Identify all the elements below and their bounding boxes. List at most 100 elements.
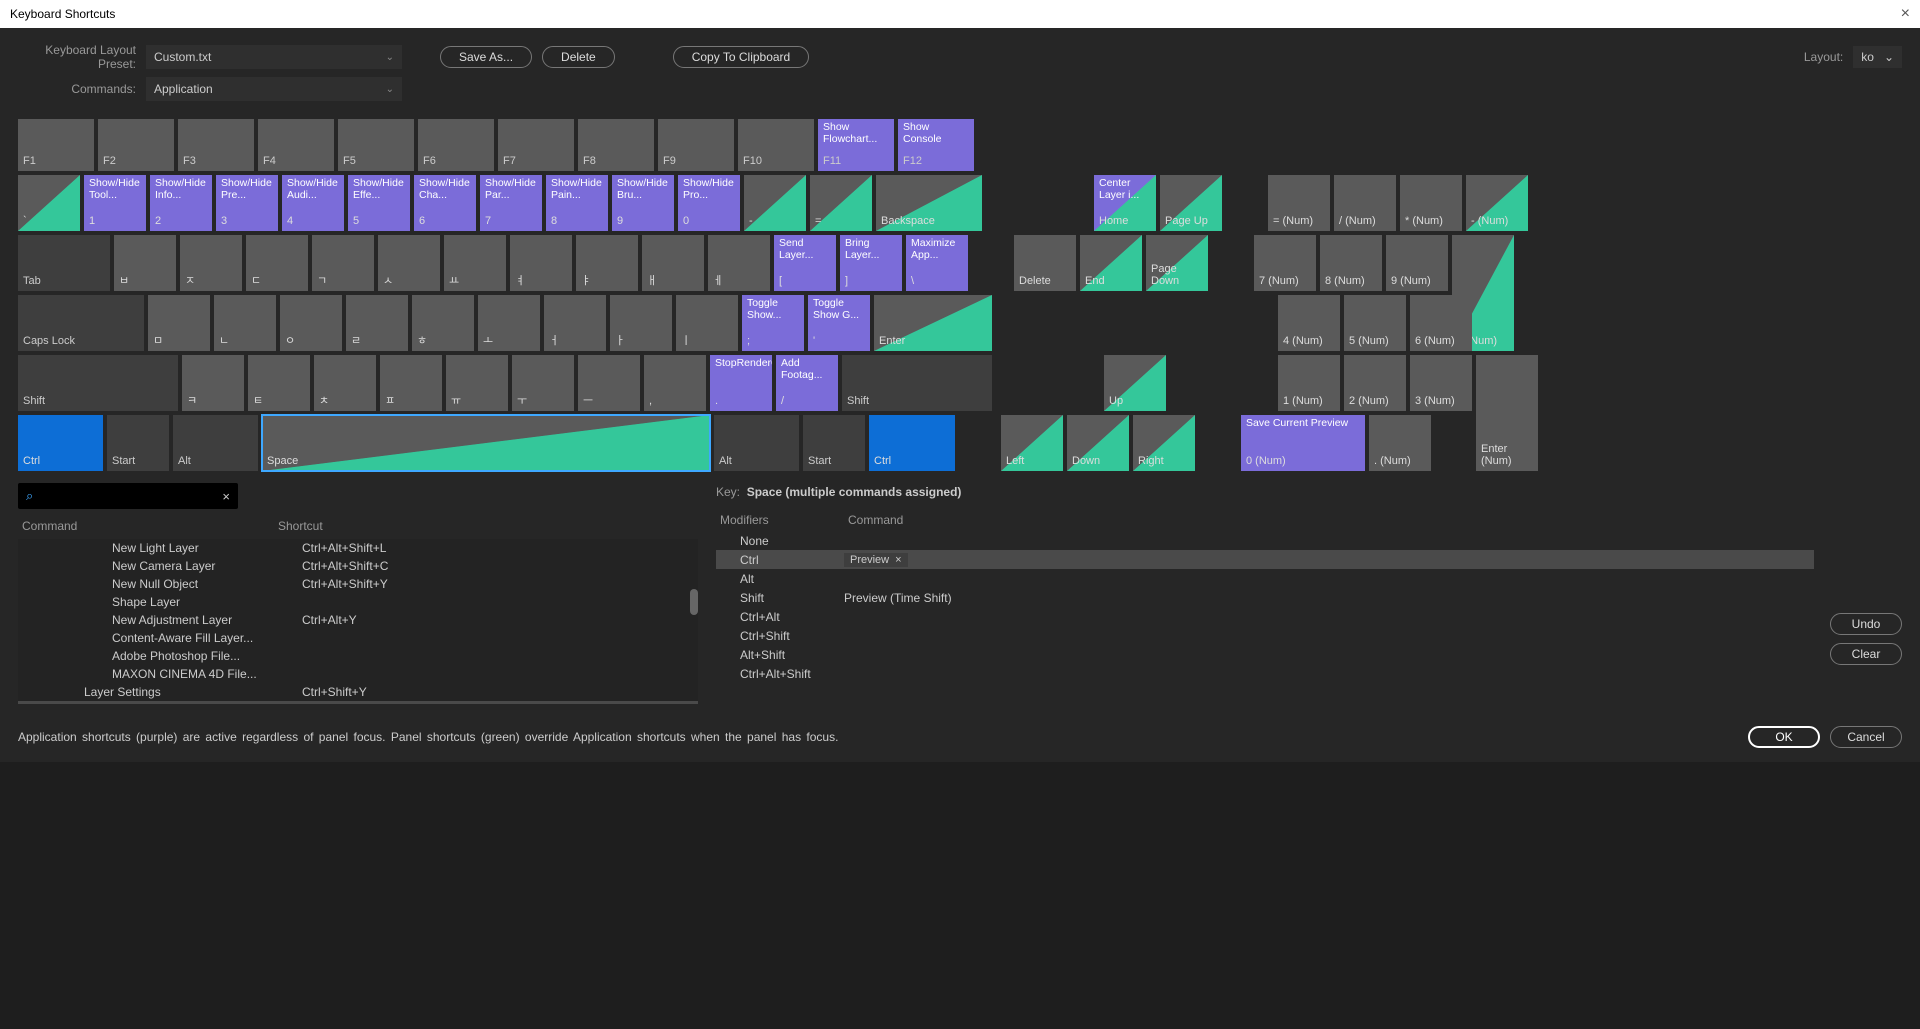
key-right[interactable]: Right <box>1133 415 1195 471</box>
key-shift-l[interactable]: Shift <box>18 355 178 411</box>
key-comma[interactable]: , <box>644 355 706 411</box>
key-letter-h1[interactable]: ㄴ <box>214 295 276 351</box>
key-num-sub[interactable]: - (Num) <box>1466 175 1528 231</box>
modifier-row[interactable]: Alt <box>716 569 1814 588</box>
key-9[interactable]: Show/Hide Bru...9 <box>612 175 674 231</box>
key-f4[interactable]: F4 <box>258 119 334 171</box>
key-letter-h4[interactable]: ㅎ <box>412 295 474 351</box>
key-pagedown[interactable]: Page Down <box>1146 235 1208 291</box>
key--[interactable]: - <box>744 175 806 231</box>
command-row[interactable]: Shape Layer <box>18 593 698 611</box>
command-row[interactable]: Content-Aware Fill Layer... <box>18 629 698 647</box>
key-num-div[interactable]: / (Num) <box>1334 175 1396 231</box>
key-letter-h7[interactable]: ㅏ <box>610 295 672 351</box>
key-3[interactable]: Show/Hide Pre...3 <box>216 175 278 231</box>
key-6[interactable]: Show/Hide Cha...6 <box>414 175 476 231</box>
key-letter-6[interactable]: ㅕ <box>510 235 572 291</box>
key-num-5[interactable]: 5 (Num) <box>1344 295 1406 351</box>
key-letter-s6[interactable]: ㅡ <box>578 355 640 411</box>
key-num-eq[interactable]: = (Num) <box>1268 175 1330 231</box>
key-bracket-l[interactable]: Send Layer...[ <box>774 235 836 291</box>
key-f11[interactable]: Show Flowchart...F11 <box>818 119 894 171</box>
modifier-row[interactable]: ShiftPreview (Time Shift) <box>716 588 1814 607</box>
key-semicolon[interactable]: Toggle Show...; <box>742 295 804 351</box>
key-num-2[interactable]: 2 (Num) <box>1344 355 1406 411</box>
key-f5[interactable]: F5 <box>338 119 414 171</box>
key-backspace[interactable]: Backspace <box>876 175 982 231</box>
key-num-1[interactable]: 1 (Num) <box>1278 355 1340 411</box>
key-letter-4[interactable]: ㅅ <box>378 235 440 291</box>
key-f9[interactable]: F9 <box>658 119 734 171</box>
key-num-4[interactable]: 4 (Num) <box>1278 295 1340 351</box>
command-row[interactable]: Open Layer <box>18 701 698 704</box>
save-as-button[interactable]: Save As... <box>440 46 532 68</box>
copy-clipboard-button[interactable]: Copy To Clipboard <box>673 46 810 68</box>
key-letter-0[interactable]: ㅂ <box>114 235 176 291</box>
close-icon[interactable]: × <box>1901 5 1910 23</box>
key-4[interactable]: Show/Hide Audi...4 <box>282 175 344 231</box>
key-letter-s2[interactable]: ㅊ <box>314 355 376 411</box>
key-f10[interactable]: F10 <box>738 119 814 171</box>
key-period[interactable]: StopRenderQu.... <box>710 355 772 411</box>
key-7[interactable]: Show/Hide Par...7 <box>480 175 542 231</box>
key-letter-h3[interactable]: ㄹ <box>346 295 408 351</box>
key-num-0[interactable]: Save Current Preview0 (Num) <box>1241 415 1365 471</box>
key-ctrl-r[interactable]: Ctrl <box>869 415 955 471</box>
assignment-tag[interactable]: Preview× <box>844 553 908 567</box>
search-input[interactable]: ⌕ × <box>18 483 238 509</box>
key-down[interactable]: Down <box>1067 415 1129 471</box>
key-shift-r[interactable]: Shift <box>842 355 992 411</box>
key-letter-h8[interactable]: ㅣ <box>676 295 738 351</box>
key-num-dot[interactable]: . (Num) <box>1369 415 1431 471</box>
key-letter-3[interactable]: ㄱ <box>312 235 374 291</box>
key-num-enter[interactable]: Enter (Num) <box>1476 355 1538 471</box>
modifier-row[interactable]: Alt+Shift <box>716 645 1814 664</box>
command-row[interactable]: New Light LayerCtrl+Alt+Shift+L <box>18 539 698 557</box>
key-up[interactable]: Up <box>1104 355 1166 411</box>
modifier-row[interactable]: Ctrl+Alt+Shift <box>716 664 1814 683</box>
key-1[interactable]: Show/Hide Tool...1 <box>84 175 146 231</box>
key-alt-l[interactable]: Alt <box>173 415 258 471</box>
key-=[interactable]: = <box>810 175 872 231</box>
remove-tag-icon[interactable]: × <box>895 554 901 566</box>
layout-dropdown[interactable]: ko ⌄ <box>1853 46 1902 68</box>
key-tilde[interactable]: ` <box>18 175 80 231</box>
command-row[interactable]: New Null ObjectCtrl+Alt+Shift+Y <box>18 575 698 593</box>
key-start-l[interactable]: Start <box>107 415 169 471</box>
scrollbar-thumb[interactable] <box>690 589 698 615</box>
key-num-8[interactable]: 8 (Num) <box>1320 235 1382 291</box>
cancel-button[interactable]: Cancel <box>1830 726 1902 748</box>
key-letter-9[interactable]: ㅔ <box>708 235 770 291</box>
key-f1[interactable]: F1 <box>18 119 94 171</box>
command-row[interactable]: MAXON CINEMA 4D File... <box>18 665 698 683</box>
ok-button[interactable]: OK <box>1748 726 1820 748</box>
key-bracket-r[interactable]: Bring Layer...] <box>840 235 902 291</box>
key-ctrl-l[interactable]: Ctrl <box>18 415 103 471</box>
key-f7[interactable]: F7 <box>498 119 574 171</box>
key-pageup[interactable]: Page Up <box>1160 175 1222 231</box>
key-2[interactable]: Show/Hide Info...2 <box>150 175 212 231</box>
key-left[interactable]: Left <box>1001 415 1063 471</box>
key-letter-5[interactable]: ㅛ <box>444 235 506 291</box>
key-num-3[interactable]: 3 (Num) <box>1410 355 1472 411</box>
key-letter-h6[interactable]: ㅓ <box>544 295 606 351</box>
modifier-row[interactable]: CtrlPreview× <box>716 550 1814 569</box>
key-num-7[interactable]: 7 (Num) <box>1254 235 1316 291</box>
key-num-9[interactable]: 9 (Num) <box>1386 235 1448 291</box>
key-letter-8[interactable]: ㅐ <box>642 235 704 291</box>
key-f12[interactable]: Show ConsoleF12 <box>898 119 974 171</box>
key-num-6[interactable]: 6 (Num) <box>1410 295 1472 351</box>
key-letter-7[interactable]: ㅑ <box>576 235 638 291</box>
key-letter-2[interactable]: ㄷ <box>246 235 308 291</box>
key-8[interactable]: Show/Hide Pain...8 <box>546 175 608 231</box>
key-letter-s4[interactable]: ㅠ <box>446 355 508 411</box>
key-delete[interactable]: Delete <box>1014 235 1076 291</box>
key-end[interactable]: End <box>1080 235 1142 291</box>
command-row[interactable]: New Adjustment LayerCtrl+Alt+Y <box>18 611 698 629</box>
command-row[interactable]: Adobe Photoshop File... <box>18 647 698 665</box>
clear-search-icon[interactable]: × <box>222 489 230 504</box>
key-start-r[interactable]: Start <box>803 415 865 471</box>
key-letter-h2[interactable]: ㅇ <box>280 295 342 351</box>
command-row[interactable]: New Camera LayerCtrl+Alt+Shift+C <box>18 557 698 575</box>
key-slash[interactable]: Add Footag.../ <box>776 355 838 411</box>
